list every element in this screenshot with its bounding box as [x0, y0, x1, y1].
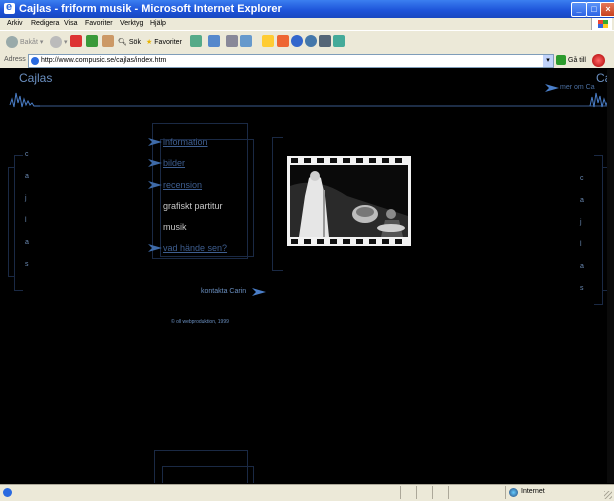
nav-link-information[interactable]: information: [163, 137, 208, 147]
star-icon: ★: [146, 39, 153, 46]
menu-bar: Arkiv Redigera Visa Favoriter Verktyg Hj…: [0, 18, 614, 30]
address-input[interactable]: http://www.compusic.se/cajlas/index.htm …: [28, 54, 554, 68]
window-title: Cajlas - friform musik - Microsoft Inter…: [19, 3, 282, 15]
address-url: http://www.compusic.se/cajlas/index.htm: [41, 57, 167, 64]
history-icon[interactable]: [190, 35, 202, 47]
links-icon[interactable]: [592, 54, 605, 67]
menu-redigera[interactable]: Redigera: [31, 20, 59, 27]
address-label: Adress: [4, 56, 26, 63]
go-button[interactable]: Gå till: [556, 55, 586, 65]
favorites-button[interactable]: ★ Favoriter: [146, 35, 182, 49]
page-scroll-edge: [607, 69, 614, 483]
nav-frame-inner: [160, 139, 254, 257]
research-icon[interactable]: [305, 35, 317, 47]
side-letter: c: [25, 151, 29, 158]
side-letter: j: [25, 195, 27, 202]
search-button[interactable]: 🔍︎ Sök: [118, 35, 141, 49]
ie-icon: [4, 1, 15, 14]
contact-link[interactable]: kontakta Carin: [201, 288, 246, 295]
side-letter: s: [580, 285, 584, 292]
print-icon[interactable]: [226, 35, 238, 47]
status-divider: [505, 486, 506, 499]
photo-bracket: [272, 137, 283, 271]
nav-text-musik: musik: [163, 222, 187, 232]
discuss-icon[interactable]: [262, 35, 274, 47]
side-letter: l: [25, 217, 27, 224]
stop-icon[interactable]: [70, 35, 82, 47]
side-letter: c: [580, 175, 584, 182]
menu-favoriter[interactable]: Favoriter: [85, 20, 113, 27]
more-arrow-icon: [545, 84, 559, 92]
side-letter: a: [25, 173, 29, 180]
resize-grip[interactable]: [604, 491, 612, 499]
page-icon: [31, 57, 39, 65]
side-letter: a: [580, 197, 584, 204]
status-divider: [432, 486, 433, 499]
status-divider: [400, 486, 401, 499]
edit-icon[interactable]: [240, 35, 252, 47]
search-icon: 🔍︎: [118, 39, 127, 46]
mail-icon[interactable]: [208, 35, 220, 47]
media-icon[interactable]: [277, 35, 289, 47]
title-bar: Cajlas - friform musik - Microsoft Inter…: [0, 0, 614, 18]
forward-button[interactable]: ▾: [50, 35, 68, 49]
left-side-frame: [14, 155, 23, 291]
side-letter: a: [580, 263, 584, 270]
menu-arkiv[interactable]: Arkiv: [7, 20, 23, 27]
menu-visa[interactable]: Visa: [64, 20, 78, 27]
menu-verktyg[interactable]: Verktyg: [120, 20, 143, 27]
toolbar: Bakåt ▾ ▾ 🔍︎ Sök ★ Favoriter: [0, 30, 614, 54]
photo-image: [287, 156, 411, 246]
arrow-icon: [148, 244, 162, 252]
nav-text-grafiskt-partitur: grafiskt partitur: [163, 201, 223, 211]
status-page-icon: [3, 488, 12, 497]
arrow-icon: [148, 159, 162, 167]
side-letter: a: [25, 239, 29, 246]
status-divider: [448, 486, 449, 499]
status-bar: Internet: [0, 484, 614, 501]
nav-link-vad-hande-sen[interactable]: vad hände sen?: [163, 243, 227, 253]
internet-zone-icon: [509, 488, 518, 497]
bottom-frame-inner: [162, 466, 254, 483]
refresh-icon[interactable]: [86, 35, 98, 47]
address-bar: Adress http://www.compusic.se/cajlas/ind…: [0, 53, 614, 68]
status-divider: [416, 486, 417, 499]
side-letter: l: [580, 241, 582, 248]
messenger-icon[interactable]: [291, 35, 303, 47]
arrow-icon: [148, 138, 162, 146]
side-letter: s: [25, 261, 29, 268]
left-side-frame-inner: [8, 167, 15, 277]
tools-icon[interactable]: [319, 35, 331, 47]
header-waveform: [9, 92, 614, 108]
arrow-icon: [148, 181, 162, 189]
page-content: Cajlas Ca mer om Ca c a j l a s c a j l …: [0, 69, 614, 483]
back-button[interactable]: Bakåt ▾: [6, 35, 43, 49]
folder-icon[interactable]: [333, 35, 345, 47]
contact-arrow-icon: [252, 288, 266, 296]
back-arrow-icon: [6, 36, 18, 48]
menu-hjalp[interactable]: Hjälp: [150, 20, 166, 27]
nav-link-bilder[interactable]: bilder: [163, 158, 185, 168]
close-button[interactable]: ×: [600, 2, 614, 17]
minimize-button[interactable]: _: [571, 2, 587, 17]
address-dropdown[interactable]: ▾: [543, 55, 553, 67]
side-letter: j: [580, 219, 582, 226]
nav-link-recension[interactable]: recension: [163, 180, 202, 190]
film-strip-photo[interactable]: [287, 156, 411, 246]
more-about-link[interactable]: mer om Ca: [560, 84, 595, 91]
go-arrow-icon: [556, 55, 566, 65]
home-icon[interactable]: [102, 35, 114, 47]
windows-logo-icon: [591, 18, 612, 30]
status-zone: Internet: [521, 488, 545, 495]
copyright-text: © oll webproduktion, 1999: [171, 319, 229, 325]
forward-arrow-icon: [50, 36, 62, 48]
